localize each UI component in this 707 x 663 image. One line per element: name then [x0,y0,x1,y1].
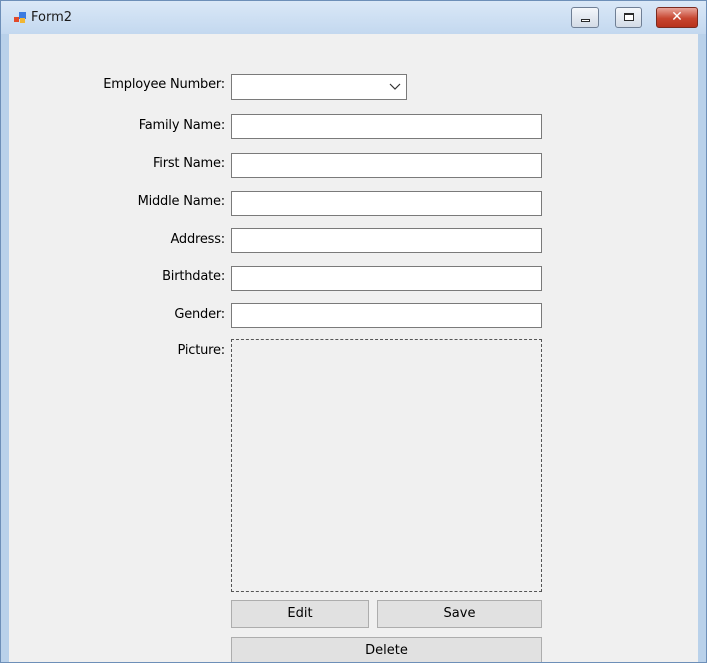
app-window: Form2 ✕ Employee Number: Family Name: Fi… [0,0,707,663]
employee-number-combobox[interactable] [231,74,407,100]
edit-button[interactable]: Edit [231,600,369,628]
chevron-down-icon[interactable] [389,80,401,92]
middle-name-input[interactable] [231,191,542,216]
employee-number-label: Employee Number: [103,77,225,92]
address-label: Address: [170,232,225,247]
maximize-button[interactable] [615,7,642,28]
first-name-label: First Name: [152,156,225,171]
minimize-button[interactable] [571,7,599,28]
picture-label: Picture: [177,343,226,358]
gender-input[interactable] [231,303,542,328]
minimize-icon [581,19,590,22]
window-title: Form2 [31,10,73,25]
close-icon: ✕ [671,9,683,25]
address-input[interactable] [231,228,542,253]
maximize-icon [624,13,634,21]
delete-button[interactable]: Delete [231,637,542,662]
title-bar[interactable]: Form2 ✕ [1,1,706,34]
first-name-input[interactable] [231,153,542,178]
family-name-input[interactable] [231,114,542,139]
picture-box[interactable] [231,339,542,592]
form-client-area: Employee Number: Family Name: First Name… [9,34,698,662]
middle-name-label: Middle Name: [137,194,226,209]
birthdate-label: Birthdate: [162,269,225,284]
gender-label: Gender: [174,307,225,322]
save-button[interactable]: Save [377,600,542,628]
app-icon [14,12,26,23]
family-name-label: Family Name: [138,118,225,133]
close-button[interactable]: ✕ [656,7,698,28]
birthdate-input[interactable] [231,266,542,291]
